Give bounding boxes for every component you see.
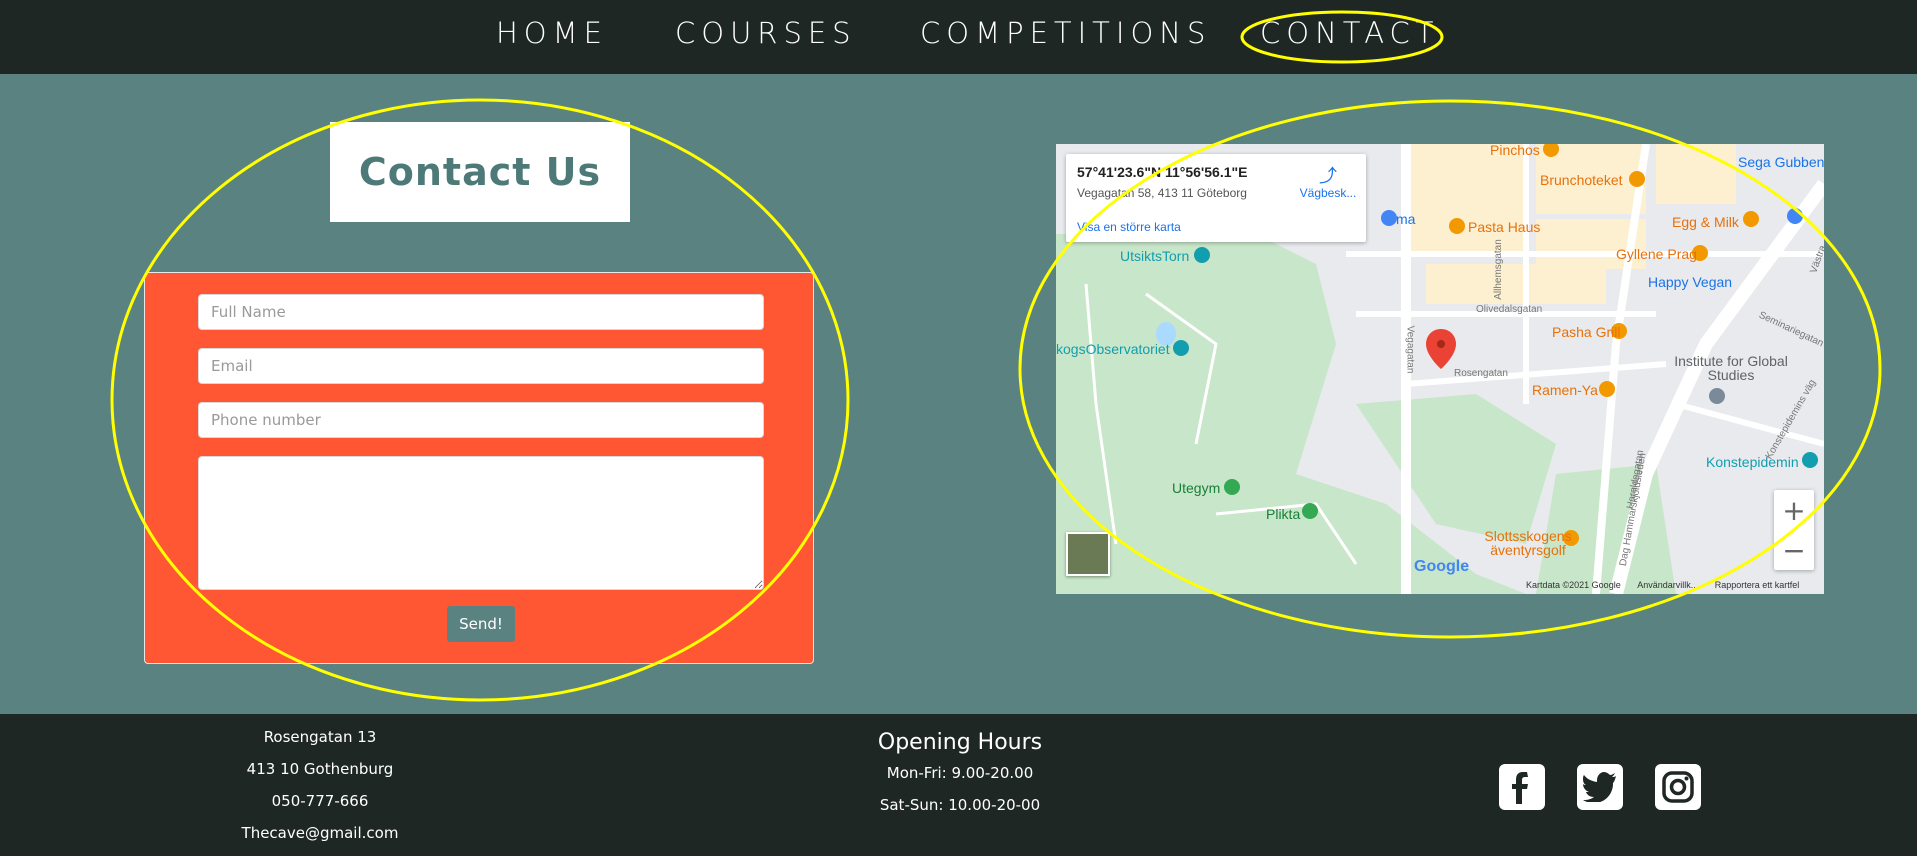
map-coords: 57°41'23.6"N 11°56'56.1"E (1077, 164, 1248, 180)
top-navbar: HOME COURSES COMPETITIONS CONTACT (0, 0, 1917, 74)
footer-email[interactable]: Thecave@gmail.com (220, 824, 420, 842)
contact-title: Contact Us (358, 150, 602, 194)
hours-weekend: Sat-Sun: 10.00-20-00 (879, 796, 1041, 814)
send-button[interactable]: Send! (447, 606, 515, 642)
directions-icon: ⤴ (1319, 166, 1337, 186)
embedded-map[interactable]: 57°41'23.6"N 11°56'56.1"E Vegagatan 58, … (1056, 144, 1824, 594)
directions-label: Vägbesk... (1299, 186, 1357, 200)
poi-institute[interactable]: Institute for Global Studies (1671, 354, 1791, 382)
map-footer: Kartdata ©2021 Google Användarvillk... R… (1526, 580, 1799, 590)
contact-form: Send! (144, 272, 814, 664)
poi-plikta[interactable]: Plikta (1266, 506, 1300, 522)
poi-utsiktstorn[interactable]: UtsiktsTorn (1120, 248, 1189, 264)
poi-ramen-ya[interactable]: Ramen-Ya (1532, 382, 1598, 398)
hours-weekdays: Mon-Fri: 9.00-20.00 (886, 764, 1034, 782)
phone-input[interactable] (198, 402, 764, 438)
email-input[interactable] (198, 348, 764, 384)
street-vegagatan: Vegagatan (1404, 325, 1416, 374)
poi-gyllene-prag[interactable]: Gyllene Prag (1616, 246, 1697, 262)
nav-courses[interactable]: COURSES (675, 16, 857, 50)
nav-home[interactable]: HOME (496, 16, 608, 50)
nav-contact[interactable]: CONTACT (1260, 16, 1440, 50)
poi-egg-milk[interactable]: Egg & Milk (1672, 214, 1739, 230)
street-allhemsgatan: Allhemsgatan (1492, 239, 1504, 300)
map-address: Vegagatan 58, 413 11 Göteborg (1077, 186, 1247, 200)
zoom-out-button[interactable]: − (1774, 530, 1814, 570)
street-rosengatan: Rosengatan (1454, 368, 1508, 379)
contact-title-box: Contact Us (330, 122, 630, 222)
poi-pasta-haus[interactable]: Pasta Haus (1468, 219, 1540, 235)
facebook-icon[interactable] (1499, 764, 1545, 810)
message-textarea[interactable] (198, 456, 764, 590)
poi-brunchoteket[interactable]: Brunchoteket (1540, 172, 1623, 188)
poi-konstepidemin[interactable]: Konstepidemin (1706, 454, 1799, 470)
poi-happy-vegan[interactable]: Happy Vegan (1648, 274, 1732, 290)
poi-pinchos[interactable]: Pinchos (1490, 144, 1540, 158)
footer-city: 413 10 Gothenburg (246, 760, 394, 778)
google-logo: Google (1414, 558, 1470, 575)
twitter-icon[interactable] (1577, 764, 1623, 810)
poi-sega-gubben[interactable]: Sega Gubben (1738, 154, 1824, 170)
map-report-link[interactable]: Rapportera ett kartfel (1715, 580, 1800, 590)
instagram-icon[interactable] (1655, 764, 1701, 810)
poi-utegym[interactable]: Utegym (1172, 480, 1220, 496)
opening-hours-heading: Opening Hours (877, 730, 1043, 755)
zoom-in-button[interactable]: + (1774, 490, 1814, 530)
full-name-input[interactable] (198, 294, 764, 330)
street-olivedalsgatan: Olivedalsgatan (1476, 304, 1543, 315)
map-info-card: 57°41'23.6"N 11°56'56.1"E Vegagatan 58, … (1066, 154, 1366, 242)
larger-map-link[interactable]: Visa en större karta (1077, 220, 1181, 234)
footer-street: Rosengatan 13 (263, 728, 377, 746)
poi-ma[interactable]: ma (1396, 211, 1415, 227)
poi-aventyrsgolf[interactable]: Slottsskogens äventyrsgolf (1480, 529, 1576, 557)
zoom-controls: + − (1774, 490, 1814, 570)
nav-competitions[interactable]: COMPETITIONS (920, 16, 1211, 50)
poi-pasha-grill[interactable]: Pasha Grill (1552, 324, 1620, 340)
directions-button[interactable]: ⤴ Vägbesk... (1298, 166, 1358, 200)
map-layer-toggle[interactable] (1066, 532, 1110, 576)
map-data-credit: Kartdata ©2021 Google (1526, 580, 1621, 590)
map-terms-link[interactable]: Användarvillk... (1637, 580, 1698, 590)
footer-phone: 050-777-666 (271, 792, 369, 810)
poi-observatoriet[interactable]: kogsObservatoriet (1056, 341, 1170, 357)
